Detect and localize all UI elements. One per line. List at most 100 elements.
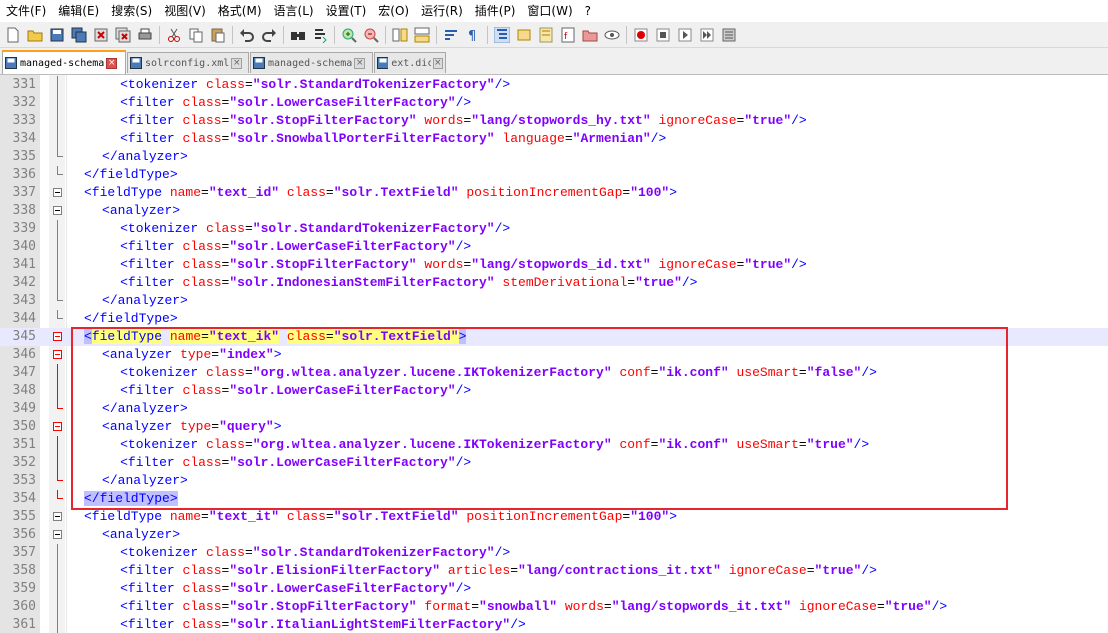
save-macro-icon[interactable] <box>719 25 739 45</box>
fold-toggle-icon[interactable] <box>53 206 62 215</box>
code-line[interactable]: 349 </analyzer> <box>0 400 1108 418</box>
code-line[interactable]: 359 <filter class="solr.LowerCaseFilterFa… <box>0 580 1108 598</box>
code-line[interactable]: 334 <filter class="solr.SnowballPorterFil… <box>0 130 1108 148</box>
close-icon[interactable] <box>91 25 111 45</box>
menu-item-7[interactable]: 宏(O) <box>372 0 415 22</box>
indent-guide-icon[interactable] <box>492 25 512 45</box>
undo-icon[interactable] <box>237 25 257 45</box>
cut-icon[interactable] <box>164 25 184 45</box>
code-text: <fieldType name="text_ik" class="solr.Te… <box>84 329 467 344</box>
code-line[interactable]: 357 <tokenizer class="solr.StandardTokeni… <box>0 544 1108 562</box>
menu-item-4[interactable]: 格式(M) <box>212 0 268 22</box>
run-macro-multiple-icon[interactable] <box>697 25 717 45</box>
file-tab[interactable]: solrconfig.xml × <box>127 52 249 73</box>
redo-icon[interactable] <box>259 25 279 45</box>
tab-label: managed-schema <box>268 57 353 69</box>
code-line[interactable]: 356 <analyzer> <box>0 526 1108 544</box>
fold-toggle-icon[interactable] <box>53 530 62 539</box>
code-line[interactable]: 352 <filter class="solr.LowerCaseFilterFa… <box>0 454 1108 472</box>
new-file-icon[interactable] <box>3 25 23 45</box>
line-number: 331 <box>12 77 36 92</box>
fold-toggle-icon[interactable] <box>53 350 62 359</box>
code-line[interactable]: 333 <filter class="solr.StopFilterFactory… <box>0 112 1108 130</box>
stop-macro-icon[interactable] <box>653 25 673 45</box>
menu-item-8[interactable]: 运行(R) <box>415 0 469 22</box>
code-line[interactable]: 353 </analyzer> <box>0 472 1108 490</box>
code-line[interactable]: 342 <filter class="solr.IndonesianStemFil… <box>0 274 1108 292</box>
code-line[interactable]: 358 <filter class="solr.ElisionFilterFact… <box>0 562 1108 580</box>
menu-item-1[interactable]: 编辑(E) <box>52 0 105 22</box>
fold-toggle-icon[interactable] <box>53 188 62 197</box>
zoom-out-icon[interactable] <box>361 25 381 45</box>
fold-toggle-icon[interactable] <box>53 332 62 341</box>
open-file-icon[interactable] <box>25 25 45 45</box>
code-editor[interactable]: 331 <tokenizer class="solr.StandardTokeni… <box>0 75 1108 633</box>
code-line[interactable]: 343 </analyzer> <box>0 292 1108 310</box>
code-line[interactable]: 354 </fieldType> <box>0 490 1108 508</box>
menu-item-2[interactable]: 搜索(S) <box>105 0 158 22</box>
code-line[interactable]: 331 <tokenizer class="solr.StandardTokeni… <box>0 76 1108 94</box>
menu-item-10[interactable]: 窗口(W) <box>521 0 578 22</box>
paste-icon[interactable] <box>208 25 228 45</box>
code-line[interactable]: 361 <filter class="solr.ItalianLightStemF… <box>0 616 1108 633</box>
fold-line-marker <box>57 76 58 94</box>
function-list-icon[interactable]: f <box>558 25 578 45</box>
tab-close-icon[interactable]: × <box>432 57 443 69</box>
line-number: 350 <box>12 419 36 434</box>
code-line[interactable]: 332 <filter class="solr.LowerCaseFilterFa… <box>0 94 1108 112</box>
code-line[interactable]: 350 <analyzer type="query"> <box>0 418 1108 436</box>
menu-item-6[interactable]: 设置(T) <box>320 0 373 22</box>
code-line[interactable]: 337 <fieldType name="text_id" class="solr… <box>0 184 1108 202</box>
print-icon[interactable] <box>135 25 155 45</box>
tab-close-icon[interactable]: × <box>231 57 243 69</box>
zoom-in-icon[interactable] <box>339 25 359 45</box>
fold-toggle-icon[interactable] <box>53 422 62 431</box>
save-icon[interactable] <box>47 25 67 45</box>
code-line[interactable]: 344 </fieldType> <box>0 310 1108 328</box>
user-define-lang-icon[interactable] <box>514 25 534 45</box>
sync-vertical-icon[interactable] <box>390 25 410 45</box>
code-line[interactable]: 335 </analyzer> <box>0 148 1108 166</box>
code-line[interactable]: 339 <tokenizer class="solr.StandardTokeni… <box>0 220 1108 238</box>
monitoring-icon[interactable] <box>602 25 622 45</box>
code-line[interactable]: 345 <fieldType name="text_ik" class="solr… <box>0 328 1108 346</box>
folder-workspace-icon[interactable] <box>580 25 600 45</box>
code-text: </analyzer> <box>102 293 188 308</box>
code-line[interactable]: 348 <filter class="solr.LowerCaseFilterFa… <box>0 382 1108 400</box>
document-map-icon[interactable] <box>536 25 556 45</box>
menu-item-11[interactable]: ? <box>579 0 597 22</box>
word-wrap-icon[interactable] <box>441 25 461 45</box>
code-line[interactable]: 340 <filter class="solr.LowerCaseFilterFa… <box>0 238 1108 256</box>
code-line[interactable]: 341 <filter class="solr.StopFilterFactory… <box>0 256 1108 274</box>
saved-file-icon <box>377 57 389 69</box>
code-line[interactable]: 346 <analyzer type="index"> <box>0 346 1108 364</box>
file-tab[interactable]: ext.dic × <box>374 52 446 73</box>
play-macro-icon[interactable] <box>675 25 695 45</box>
menu-item-9[interactable]: 插件(P) <box>469 0 522 22</box>
copy-icon[interactable] <box>186 25 206 45</box>
sync-horizontal-icon[interactable] <box>412 25 432 45</box>
replace-icon[interactable] <box>310 25 330 45</box>
find-icon[interactable] <box>288 25 308 45</box>
file-tab[interactable]: managed-schema × <box>250 52 373 73</box>
code-text: <tokenizer class="org.wltea.analyzer.luc… <box>120 365 877 380</box>
file-tab[interactable]: managed-schema × <box>2 50 126 74</box>
code-line[interactable]: 338 <analyzer> <box>0 202 1108 220</box>
code-line[interactable]: 360 <filter class="solr.StopFilterFactory… <box>0 598 1108 616</box>
show-all-chars-icon[interactable]: ¶ <box>463 25 483 45</box>
close-all-icon[interactable] <box>113 25 133 45</box>
code-line[interactable]: 336 </fieldType> <box>0 166 1108 184</box>
code-line[interactable]: 347 <tokenizer class="org.wltea.analyzer.… <box>0 364 1108 382</box>
menu-item-5[interactable]: 语言(L) <box>268 0 320 22</box>
save-all-icon[interactable] <box>69 25 89 45</box>
fold-line-marker <box>57 238 58 256</box>
toolbar-separator <box>436 25 437 44</box>
tab-close-icon[interactable]: × <box>354 57 366 69</box>
menu-item-0[interactable]: 文件(F) <box>0 0 52 22</box>
record-macro-icon[interactable] <box>631 25 651 45</box>
fold-toggle-icon[interactable] <box>53 512 62 521</box>
code-line[interactable]: 355 <fieldType name="text_it" class="solr… <box>0 508 1108 526</box>
tab-close-icon[interactable]: × <box>106 57 118 69</box>
menu-item-3[interactable]: 视图(V) <box>158 0 212 22</box>
code-line[interactable]: 351 <tokenizer class="org.wltea.analyzer.… <box>0 436 1108 454</box>
